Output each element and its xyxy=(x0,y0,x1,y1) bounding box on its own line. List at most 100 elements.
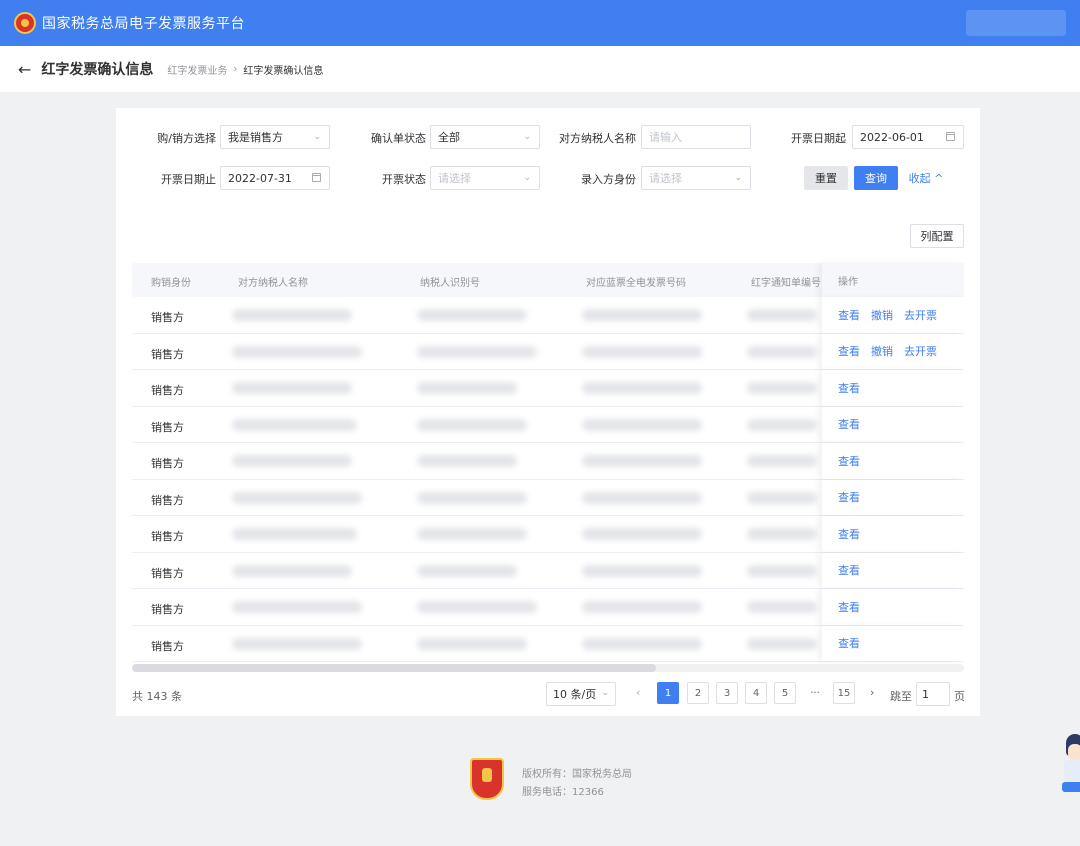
redacted-cell xyxy=(582,601,702,613)
table-row: 销售方 查看 xyxy=(132,516,964,553)
view-link[interactable]: 查看 xyxy=(838,599,860,615)
entry-role-select[interactable]: 请选择 ⌄ xyxy=(641,166,751,190)
total-count: 共 143 条 xyxy=(132,690,182,703)
redacted-cell xyxy=(417,455,517,467)
redacted-cell xyxy=(232,455,352,467)
chevron-down-icon: ⌄ xyxy=(523,173,531,183)
issue-invoice-link[interactable]: 去开票 xyxy=(904,307,937,323)
revoke-link[interactable]: 撤销 xyxy=(871,343,893,359)
redacted-cell xyxy=(417,528,527,540)
chevron-down-icon: ⌄ xyxy=(601,688,609,698)
cell-role: 销售方 xyxy=(151,311,184,324)
redacted-cell xyxy=(747,491,817,504)
redacted-cell xyxy=(232,309,352,321)
view-link[interactable]: 查看 xyxy=(838,343,860,359)
redacted-cell xyxy=(582,345,702,358)
page-button[interactable]: 4 xyxy=(745,682,767,704)
redacted-cell xyxy=(747,564,817,577)
row-actions: 查看 xyxy=(822,516,964,552)
redacted-cell xyxy=(417,601,537,613)
issue-invoice-link[interactable]: 去开票 xyxy=(904,343,937,359)
buyer-seller-select[interactable]: 我是销售方 ⌄ xyxy=(220,125,330,149)
invoice-status-placeholder: 请选择 xyxy=(438,172,471,185)
date-end-picker[interactable]: 2022-07-31 xyxy=(220,166,330,190)
view-link[interactable]: 查看 xyxy=(838,562,860,578)
jump-page-input[interactable]: 1 xyxy=(916,682,950,706)
column-config-button[interactable]: 列配置 xyxy=(910,224,964,248)
table-header: 购销身份 对方纳税人名称 纳税人识别号 对应蓝票全电发票号码 红字通知单编号 操… xyxy=(132,263,964,297)
redacted-cell xyxy=(582,564,702,577)
table-row: 销售方 查看 xyxy=(132,552,964,589)
redacted-cell xyxy=(417,564,517,577)
redacted-cell xyxy=(417,382,517,394)
redacted-cell xyxy=(582,455,702,467)
row-actions: 查看 撤销 去开票 xyxy=(822,297,964,333)
collapse-button[interactable]: 收起 ^ xyxy=(904,166,948,190)
breadcrumb-parent[interactable]: 红字发票业务 xyxy=(167,62,227,77)
reset-button[interactable]: 重置 xyxy=(804,166,848,190)
buyer-seller-value: 我是销售方 xyxy=(228,131,283,144)
view-link[interactable]: 查看 xyxy=(838,380,860,396)
scrollbar-thumb[interactable] xyxy=(132,664,656,672)
row-actions: 查看 xyxy=(822,370,964,406)
view-link[interactable]: 查看 xyxy=(838,635,860,651)
view-link[interactable]: 查看 xyxy=(838,489,860,505)
cell-role: 销售方 xyxy=(151,493,184,507)
revoke-link[interactable]: 撤销 xyxy=(871,307,893,323)
redacted-cell xyxy=(747,637,817,650)
row-actions: 查看 xyxy=(822,625,964,661)
confirm-status-select[interactable]: 全部 ⌄ xyxy=(430,125,540,149)
view-link[interactable]: 查看 xyxy=(838,453,860,469)
date-start-picker[interactable]: 2022-06-01 xyxy=(852,125,964,149)
chevron-down-icon: ⌄ xyxy=(313,132,321,142)
redacted-cell xyxy=(582,491,702,504)
view-link[interactable]: 查看 xyxy=(838,416,860,432)
mascot-body xyxy=(1064,760,1080,782)
view-link[interactable]: 查看 xyxy=(838,307,860,323)
date-start-value: 2022-06-01 xyxy=(860,130,924,144)
date-start-label: 开票日期起 xyxy=(791,132,846,145)
header-actions: 操作 xyxy=(838,276,858,288)
invoice-status-select[interactable]: 请选择 ⌄ xyxy=(430,166,540,190)
redacted-cell xyxy=(232,491,362,504)
page-button[interactable]: 5 xyxy=(774,682,796,704)
view-link[interactable]: 查看 xyxy=(838,526,860,542)
main-card: 购/销方选择 我是销售方 ⌄ 确认单状态 全部 ⌄ 对方纳税人名称 请输入 开票… xyxy=(116,108,980,716)
breadcrumb-separator: › xyxy=(233,63,238,75)
user-menu[interactable] xyxy=(966,10,1066,36)
table-body: 销售方 查看 撤销 去开票 销售方 查看 撤销 去开票 销售方 查看 销售方 查看 销售方 查看 销售方 查看… xyxy=(132,297,964,662)
redacted-cell xyxy=(232,528,357,540)
redacted-cell xyxy=(582,528,702,540)
page-button[interactable]: 1 xyxy=(657,682,679,704)
entry-role-placeholder: 请选择 xyxy=(649,172,682,185)
page-button[interactable]: 3 xyxy=(716,682,738,704)
table-row: 销售方 查看 撤销 去开票 xyxy=(132,333,964,370)
redacted-cell xyxy=(232,382,352,394)
cell-role: 销售方 xyxy=(151,603,184,616)
page-size-select[interactable]: 10 条/页 ⌄ xyxy=(546,682,616,706)
invoice-status-label: 开票状态 xyxy=(382,173,426,186)
page-button[interactable]: 15 xyxy=(833,682,855,704)
cell-role: 销售方 xyxy=(151,639,184,653)
breadcrumb-current: 红字发票确认信息 xyxy=(243,65,324,77)
redacted-cell xyxy=(747,418,817,431)
horizontal-scrollbar[interactable] xyxy=(132,664,964,672)
header-blue-invoice-no: 对应蓝票全电发票号码 xyxy=(586,278,686,289)
page-ellipsis[interactable]: ··· xyxy=(804,682,826,704)
table-row: 销售方 查看 xyxy=(132,406,964,443)
table-row: 销售方 查看 xyxy=(132,625,964,662)
tax-emblem-icon xyxy=(14,12,36,34)
assistant-mascot[interactable] xyxy=(1062,734,1080,794)
footer-copyright: 版权所有：国家税务总局 xyxy=(522,769,632,780)
confirm-status-label: 确认单状态 xyxy=(371,132,426,145)
cell-role: 销售方 xyxy=(151,566,184,580)
back-arrow-icon[interactable]: ← xyxy=(18,60,31,79)
next-page-button[interactable]: › xyxy=(870,686,874,699)
redacted-cell xyxy=(232,601,362,613)
query-button[interactable]: 查询 xyxy=(854,166,898,190)
page-button[interactable]: 2 xyxy=(687,682,709,704)
counterparty-input[interactable]: 请输入 xyxy=(641,125,751,149)
app-title: 国家税务总局电子发票服务平台 xyxy=(42,16,245,32)
header-red-notice-no: 红字通知单编号 xyxy=(751,278,821,289)
prev-page-button[interactable]: ‹ xyxy=(636,686,640,699)
